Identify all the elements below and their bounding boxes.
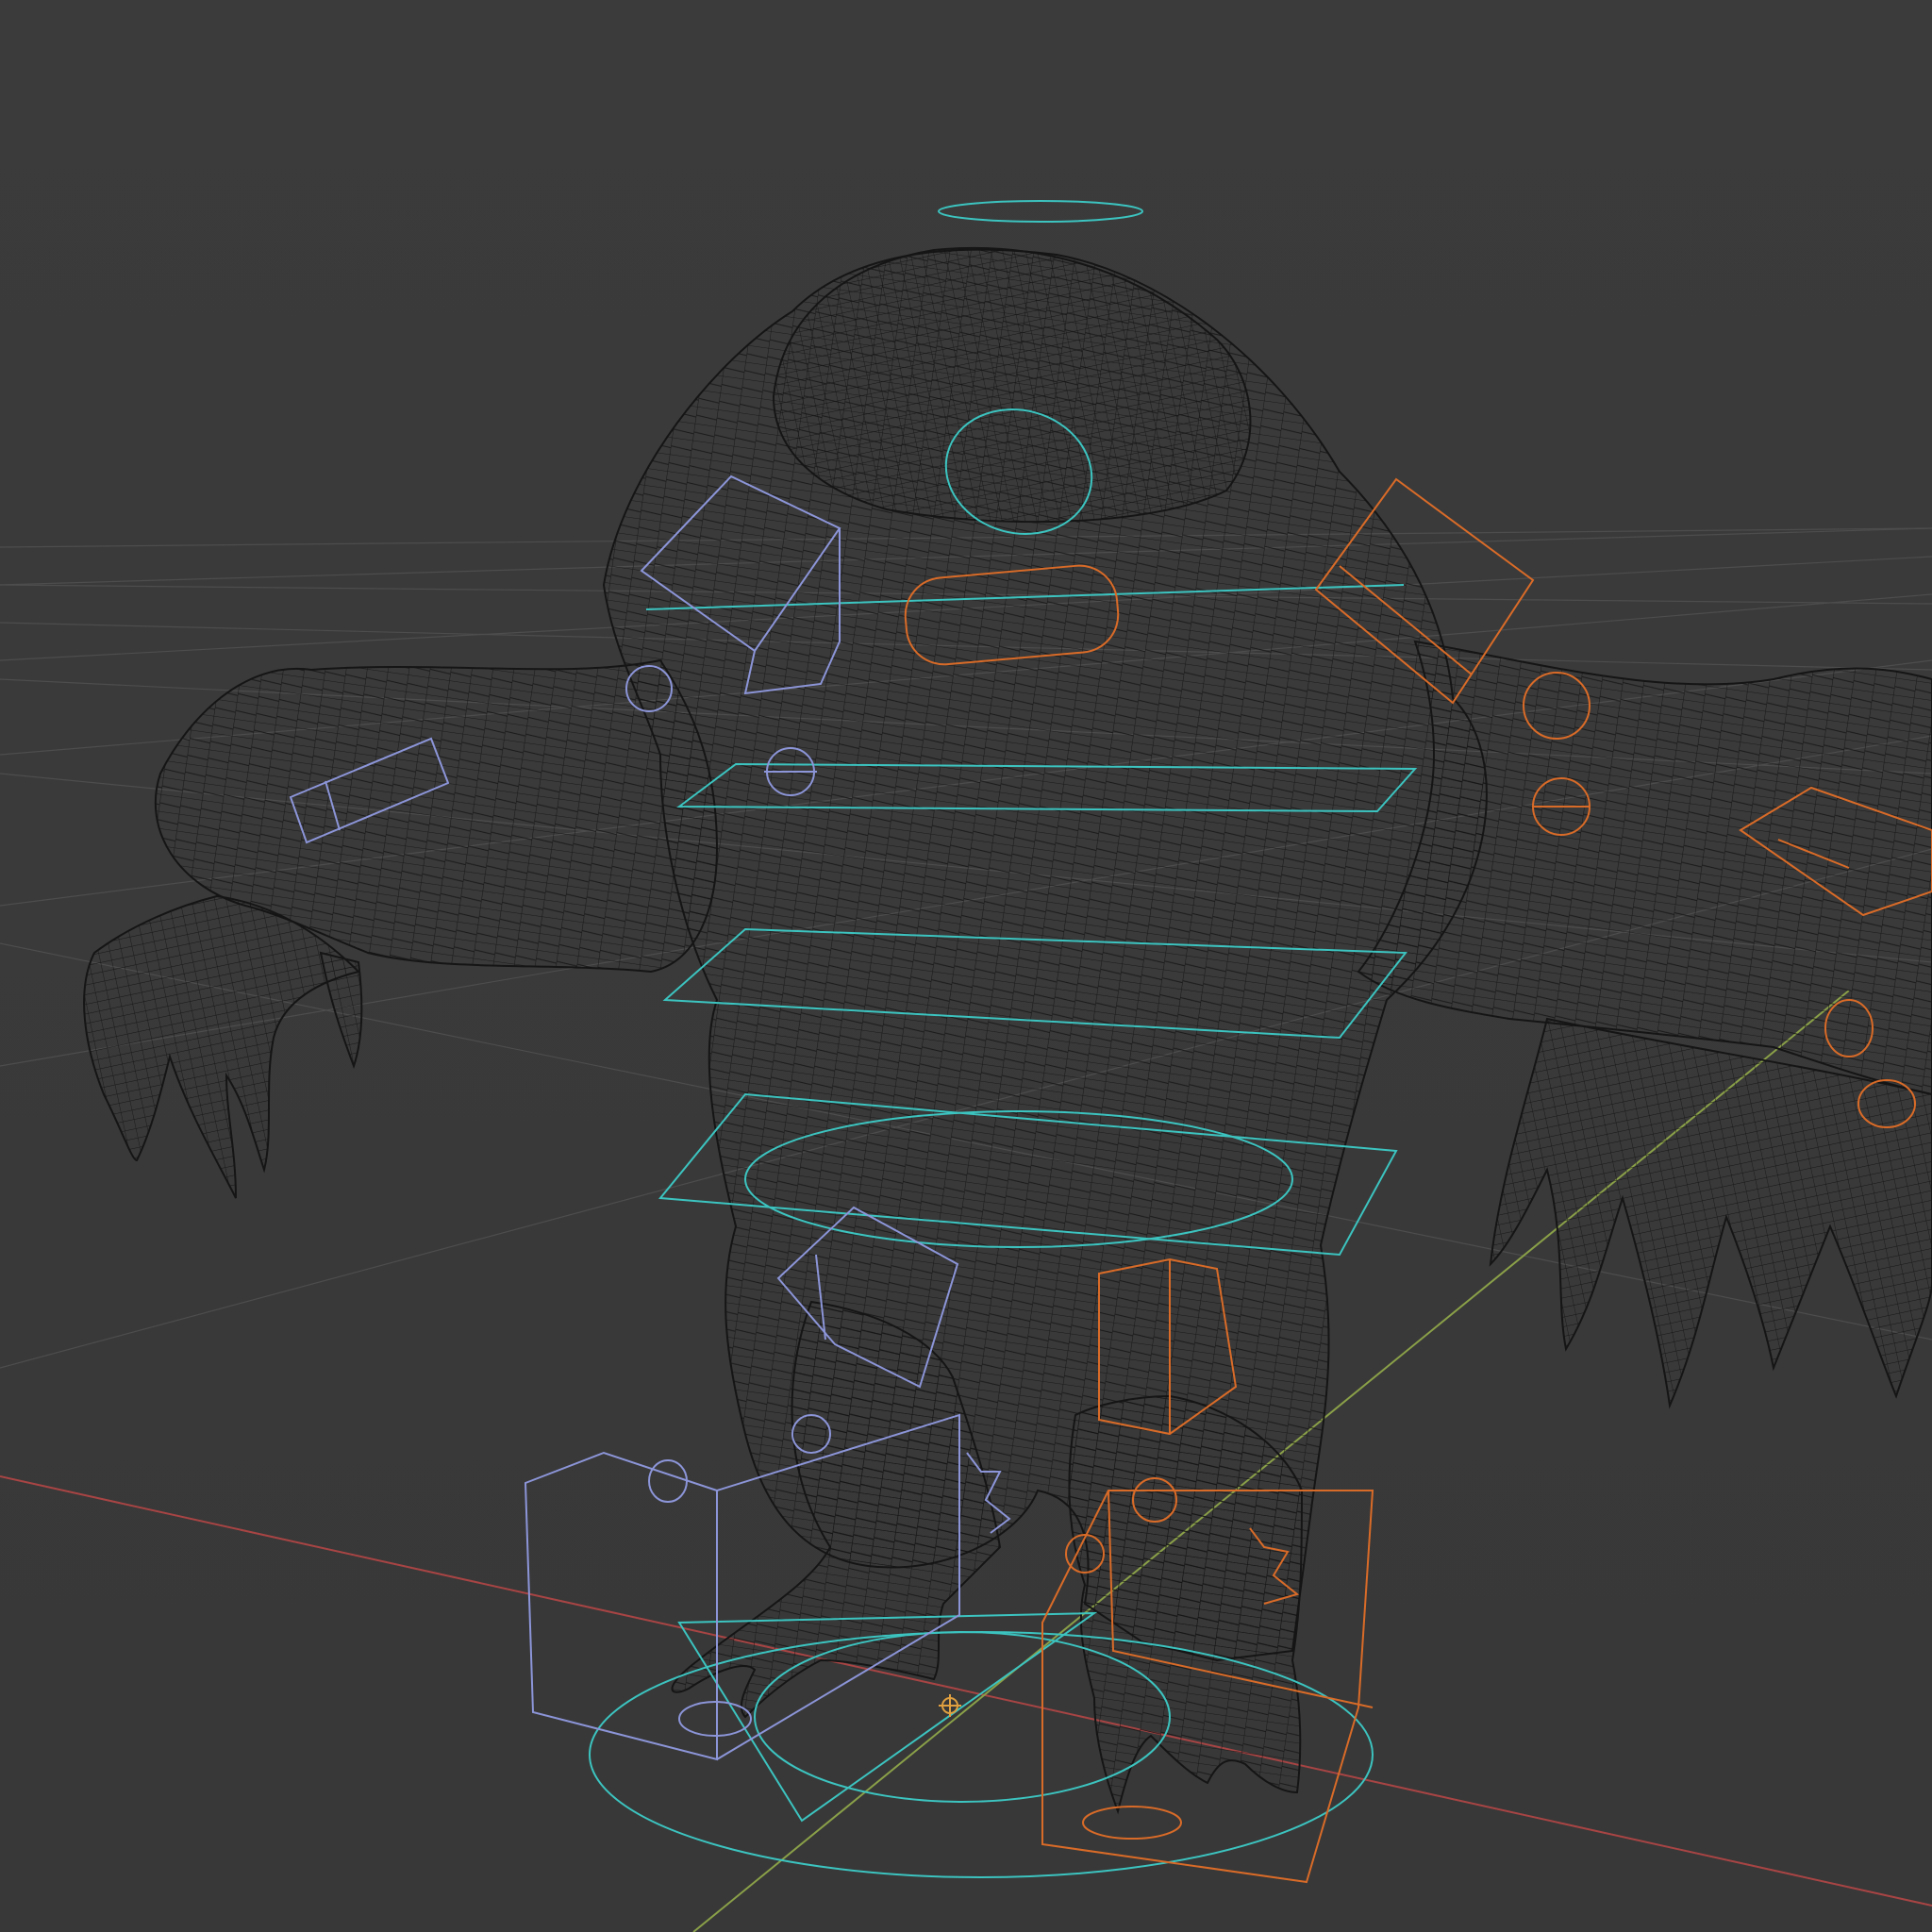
3d-viewport[interactable] xyxy=(0,0,1932,1932)
viewport-canvas[interactable] xyxy=(0,0,1932,1932)
